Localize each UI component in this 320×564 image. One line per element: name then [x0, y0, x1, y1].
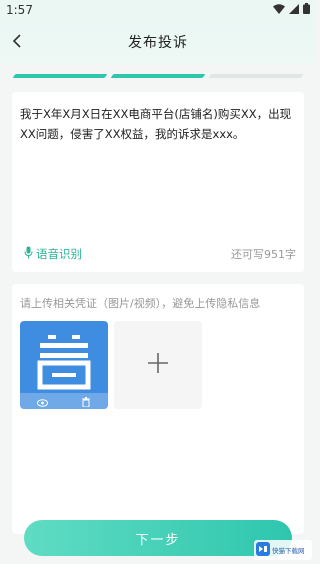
plus-icon	[147, 352, 169, 378]
complaint-card: 我于X年X月X日在XX电商平台(店铺名)购买XX，出现XX问题，侵害了XX权益，…	[12, 92, 304, 272]
progress-step	[110, 74, 206, 78]
delete-button[interactable]	[64, 393, 108, 409]
status-icons	[273, 3, 310, 14]
signal-icon	[289, 3, 299, 14]
status-bar: 1:57	[0, 0, 316, 20]
site-watermark: 快猫下载网	[254, 540, 312, 560]
complaint-textarea[interactable]: 我于X年X月X日在XX电商平台(店铺名)购买XX，出现XX问题，侵害了XX权益，…	[20, 104, 298, 144]
uploaded-media-thumbnail[interactable]	[20, 321, 108, 409]
add-media-button[interactable]	[114, 321, 202, 409]
voice-recognition-label: 语音识别	[36, 246, 82, 261]
step-progress	[12, 74, 304, 78]
page-title: 发布投诉	[128, 35, 188, 51]
progress-step	[12, 74, 108, 78]
media-preview-image	[37, 335, 91, 390]
status-time: 1:57	[6, 3, 33, 17]
watermark-text: 快猫下载网	[272, 547, 305, 555]
eye-icon	[36, 392, 48, 410]
upload-hint: 请上传相关凭证（图片/视频），避免上传隐私信息	[20, 297, 261, 310]
preview-button[interactable]	[20, 393, 64, 409]
thumbnail-actions	[20, 393, 108, 409]
battery-icon	[303, 3, 310, 14]
voice-recognition-button[interactable]: 语音识别	[24, 244, 82, 263]
upload-section: 请上传相关凭证（图片/视频），避免上传隐私信息	[12, 284, 304, 534]
watermark-logo-icon	[256, 541, 270, 560]
next-step-button[interactable]: 下一步	[24, 520, 292, 556]
remaining-characters: 还可写951字	[231, 248, 296, 261]
app-bar: 发布投诉	[0, 20, 316, 64]
wifi-icon	[273, 3, 285, 14]
progress-step	[208, 74, 304, 78]
trash-icon	[82, 392, 90, 410]
microphone-icon	[24, 244, 33, 263]
